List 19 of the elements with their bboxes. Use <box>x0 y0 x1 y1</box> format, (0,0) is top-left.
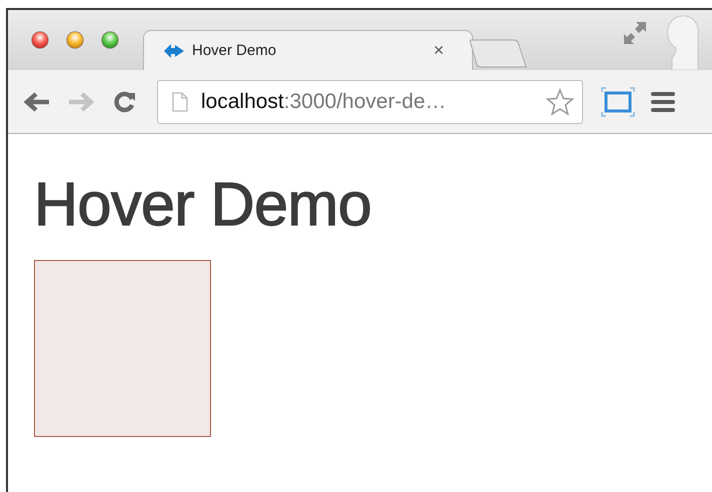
tab-close-button[interactable]: × <box>433 40 444 61</box>
address-bar[interactable]: localhost:3000/hover-de… <box>157 80 583 124</box>
close-window-button[interactable] <box>31 31 49 49</box>
zoom-window-button[interactable] <box>101 31 119 49</box>
browser-tab[interactable]: Hover Demo × <box>143 30 473 70</box>
menu-icon[interactable] <box>651 90 675 112</box>
cast-icon[interactable] <box>601 86 635 116</box>
page-heading: Hover Demo <box>34 174 372 235</box>
minimize-window-button[interactable] <box>66 31 84 49</box>
bookmark-star-icon[interactable] <box>546 88 574 116</box>
new-tab-button[interactable] <box>469 39 527 69</box>
hover-box[interactable] <box>34 260 211 437</box>
url-path: :3000/hover-de… <box>284 90 448 114</box>
page-icon <box>172 92 188 112</box>
tab-title: Hover Demo <box>192 42 278 59</box>
fullscreen-icon[interactable] <box>622 20 648 46</box>
back-arrow-icon[interactable] <box>21 90 51 114</box>
reload-icon[interactable] <box>113 90 137 114</box>
url-host: localhost <box>201 90 284 114</box>
